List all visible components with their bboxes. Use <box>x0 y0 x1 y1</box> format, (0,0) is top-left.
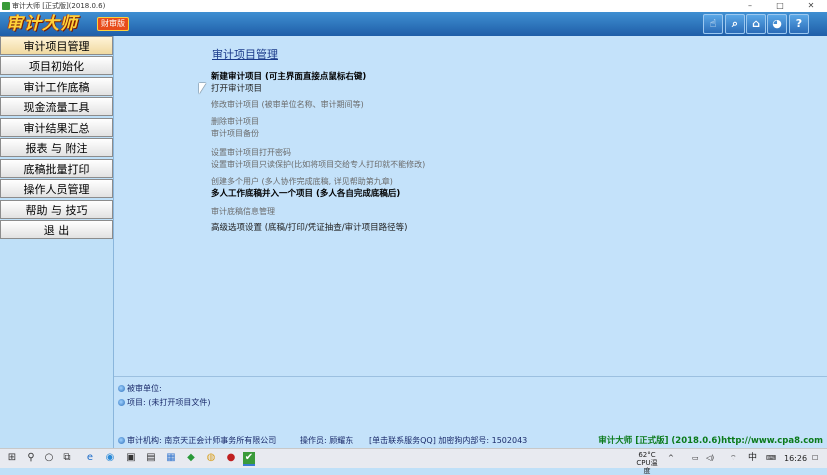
notification-icon[interactable]: ☐ <box>812 449 818 468</box>
page-title: 审计项目管理 <box>212 48 278 61</box>
help-icon[interactable]: ? <box>789 14 809 34</box>
edition-badge: 财审版 <box>97 17 129 31</box>
app-icon-2[interactable]: ▤ <box>145 452 157 464</box>
taskbar: ⊞ ⚲ ○ ⧉ e ◉ ▣ ▤ ▦ ◆ ◍ ● ✔ 62°C CPU温度 ^ ▭ … <box>0 448 827 475</box>
sidebar: 审计项目管理 项目初始化 审计工作底稿 现金流量工具 审计结果汇总 报表 与 附… <box>0 36 114 448</box>
app-icon-3[interactable]: ▦ <box>165 452 177 464</box>
app-logo: 审计大师 <box>6 14 78 34</box>
link-modify-project[interactable]: 修改审计项目 (被审单位名称、审计期间等) <box>211 99 364 110</box>
org-text: 审计机构: 南京天正会计师事务所有限公司 <box>127 436 277 445</box>
audit-app-icon[interactable]: ✔ <box>243 452 255 466</box>
link-merge-papers[interactable]: 多人工作底稿并入一个项目 (多人各自完成底稿后) <box>211 187 400 199</box>
link-advanced-options[interactable]: 高级选项设置 (底稿/打印/凭证抽查/审计项目路径等) <box>211 221 407 233</box>
link-readonly-protection[interactable]: 设置审计项目只读保护(比如将项目交给专人打印就不能修改) <box>211 159 425 170</box>
audited-unit-label: 被审单位: <box>127 384 162 393</box>
sidebar-item-reports-notes[interactable]: 报表 与 附注 <box>0 138 113 157</box>
tray-network-icon[interactable]: ▭ <box>692 449 699 468</box>
info-panel: 被审单位: 项目: (未打开项目文件) <box>114 376 827 435</box>
sidebar-item-operator-management[interactable]: 操作人员管理 <box>0 179 113 198</box>
hand-icon[interactable]: ☝ <box>703 14 723 34</box>
sidebar-item-batch-print[interactable]: 底稿批量打印 <box>0 159 113 178</box>
main-panel: 审计项目管理 新建审计项目 (可主界面直接点鼠标右键) 打开审计项目 修改审计项… <box>114 36 827 376</box>
app-icon-5[interactable]: ◍ <box>205 452 217 464</box>
project-line: 项目: (未打开项目文件) <box>118 397 210 408</box>
clock[interactable]: 16:26 <box>784 449 807 468</box>
browser-icon[interactable]: ◉ <box>104 452 116 464</box>
close-button[interactable]: ✕ <box>797 0 825 12</box>
edge-icon[interactable]: e <box>84 452 96 464</box>
status-org: 审计机构: 南京天正会计师事务所有限公司 <box>118 434 276 448</box>
link-create-users[interactable]: 创建多个用户 (多人协作完成底稿, 详见帮助第九章) <box>211 176 393 187</box>
link-open-project[interactable]: 打开审计项目 <box>211 82 262 94</box>
sidebar-item-project-management[interactable]: 审计项目管理 <box>0 36 113 55</box>
sidebar-item-cashflow-tool[interactable]: 现金流量工具 <box>0 97 113 116</box>
link-backup-project[interactable]: 审计项目备份 <box>211 128 259 139</box>
status-operator: 操作员: 顾耀东 <box>300 436 354 445</box>
tray-chevron-icon[interactable]: ^ <box>668 449 674 468</box>
app-icon-6[interactable]: ● <box>225 452 237 464</box>
cpu-temp: 62°C CPU温度 <box>634 451 660 475</box>
app-icon <box>2 2 10 10</box>
sidebar-item-working-papers[interactable]: 审计工作底稿 <box>0 77 113 96</box>
start-icon[interactable]: ⊞ <box>6 452 18 464</box>
link-new-project[interactable]: 新建审计项目 (可主界面直接点鼠标右键) <box>211 70 366 82</box>
status-bar: 审计机构: 南京天正会计师事务所有限公司 操作员: 顾耀东 [单击联系服务QQ]… <box>114 434 827 448</box>
maximize-button[interactable]: □ <box>766 0 794 12</box>
cpu-temp-label: CPU温度 <box>636 459 658 475</box>
bullet-icon <box>118 437 125 444</box>
status-contact-link[interactable]: [单击联系服务QQ] 加密狗内部号: 1502043 <box>369 434 527 448</box>
audited-unit-line: 被审单位: <box>118 383 162 394</box>
project-label: 项目: (未打开项目文件) <box>127 398 211 407</box>
search-icon[interactable]: ⚲ <box>25 452 37 464</box>
link-paper-info[interactable]: 审计底稿信息管理 <box>211 206 275 217</box>
tray-wifi-icon[interactable]: ⌔ <box>730 449 737 468</box>
sidebar-item-result-summary[interactable]: 审计结果汇总 <box>0 118 113 137</box>
bullet-icon <box>118 385 125 392</box>
search-icon[interactable]: ⌕ <box>725 14 745 34</box>
tray-keyboard-icon[interactable]: ⌨ <box>766 449 776 468</box>
minimize-button[interactable]: – <box>736 0 764 12</box>
header-banner: 审计大师 财审版 ☝ ⌕ ⌂ ◕ ? <box>0 12 827 36</box>
sidebar-item-project-init[interactable]: 项目初始化 <box>0 56 113 75</box>
mouse-cursor-icon <box>199 83 206 94</box>
bullet-icon <box>118 399 125 406</box>
link-set-password[interactable]: 设置审计项目打开密码 <box>211 147 291 158</box>
tray-volume-icon[interactable]: ◁) <box>706 449 714 468</box>
window-title: 审计大师 [正式版](2018.0.6) <box>12 2 106 10</box>
qq-icon[interactable]: ◕ <box>767 14 787 34</box>
sidebar-item-exit[interactable]: 退 出 <box>0 220 113 239</box>
cpu-temp-value: 62°C <box>638 451 656 459</box>
cortana-icon[interactable]: ○ <box>43 452 55 464</box>
app-icon-4[interactable]: ◆ <box>185 452 197 464</box>
app-icon-1[interactable]: ▣ <box>125 452 137 464</box>
sidebar-item-help-tips[interactable]: 帮助 与 技巧 <box>0 200 113 219</box>
home-icon[interactable]: ⌂ <box>746 14 766 34</box>
task-view-icon[interactable]: ⧉ <box>61 452 73 464</box>
ime-indicator[interactable]: 中 <box>748 449 757 468</box>
brand-text: 审计大师 [正式版] (2018.0.6)http://www.cpa8.com <box>598 436 823 446</box>
link-delete-project[interactable]: 删除审计项目 <box>211 116 259 127</box>
